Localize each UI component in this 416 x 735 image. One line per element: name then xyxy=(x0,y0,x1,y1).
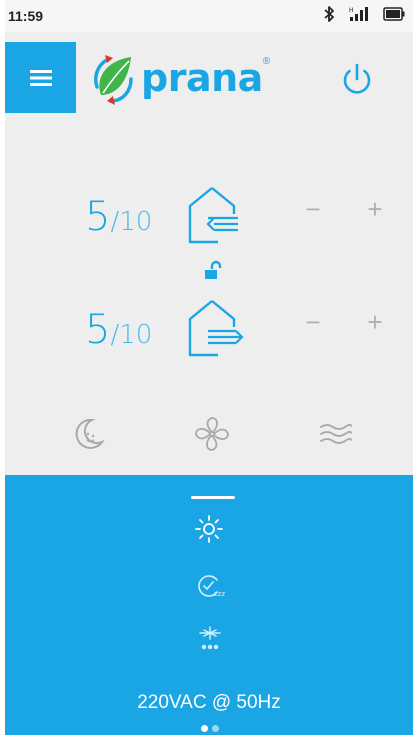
page-dot-1[interactable] xyxy=(201,725,208,732)
intake-house-icon xyxy=(188,187,238,244)
panel-handle[interactable] xyxy=(191,496,235,499)
signal-icon: H xyxy=(349,7,368,21)
page-indicator xyxy=(201,725,219,732)
heater-sun-icon[interactable] xyxy=(194,514,224,544)
intake-speed-value: 5 xyxy=(85,194,111,240)
menu-button[interactable] xyxy=(5,42,76,113)
intake-increase-button[interactable]: + xyxy=(364,194,386,224)
bottom-panel: zzz 220VAC @ 50Hz xyxy=(5,475,413,735)
battery-icon xyxy=(383,7,405,21)
exhaust-increase-button[interactable]: + xyxy=(364,307,386,337)
sleep-timer-icon[interactable]: zzz xyxy=(195,571,225,601)
intake-speed: 5/10 xyxy=(85,194,152,240)
registered-mark: ® xyxy=(262,56,271,67)
exhaust-decrease-button[interactable]: − xyxy=(302,307,324,337)
leaf-logo-icon xyxy=(94,55,133,105)
bluetooth-icon xyxy=(324,6,334,22)
exhaust-speed: 5/10 xyxy=(85,307,152,353)
unlocked-padlock-icon[interactable] xyxy=(202,260,224,282)
exhaust-row: 5/10 − + xyxy=(5,297,413,363)
airflow-waves-icon[interactable] xyxy=(315,414,355,454)
svg-text:zzz: zzz xyxy=(214,590,225,598)
app-screen: 11:59 H prana ® 5/10 − + 5/10 − + zzz 22… xyxy=(5,0,413,735)
intake-row: 5/10 − + xyxy=(5,184,413,250)
voltage-label: 220VAC @ 50Hz xyxy=(137,692,281,713)
prana-logo: prana ® xyxy=(91,48,270,108)
power-button[interactable] xyxy=(337,60,377,100)
svg-text:H: H xyxy=(349,7,354,14)
night-mode-icon[interactable] xyxy=(68,414,108,454)
hamburger-icon xyxy=(29,69,52,86)
status-time: 11:59 xyxy=(8,8,44,24)
intake-speed-max: /10 xyxy=(110,207,153,237)
exhaust-house-icon xyxy=(188,300,244,357)
fan-icon[interactable] xyxy=(192,414,232,454)
power-icon xyxy=(343,63,371,94)
exhaust-speed-max: /10 xyxy=(110,320,153,350)
exhaust-speed-value: 5 xyxy=(85,307,111,353)
brand-name: prana xyxy=(141,56,263,100)
status-bar: 11:59 H xyxy=(5,0,413,32)
page-dot-2[interactable] xyxy=(212,725,219,732)
defrost-snowflake-icon[interactable] xyxy=(195,624,225,654)
intake-decrease-button[interactable]: − xyxy=(302,194,324,224)
